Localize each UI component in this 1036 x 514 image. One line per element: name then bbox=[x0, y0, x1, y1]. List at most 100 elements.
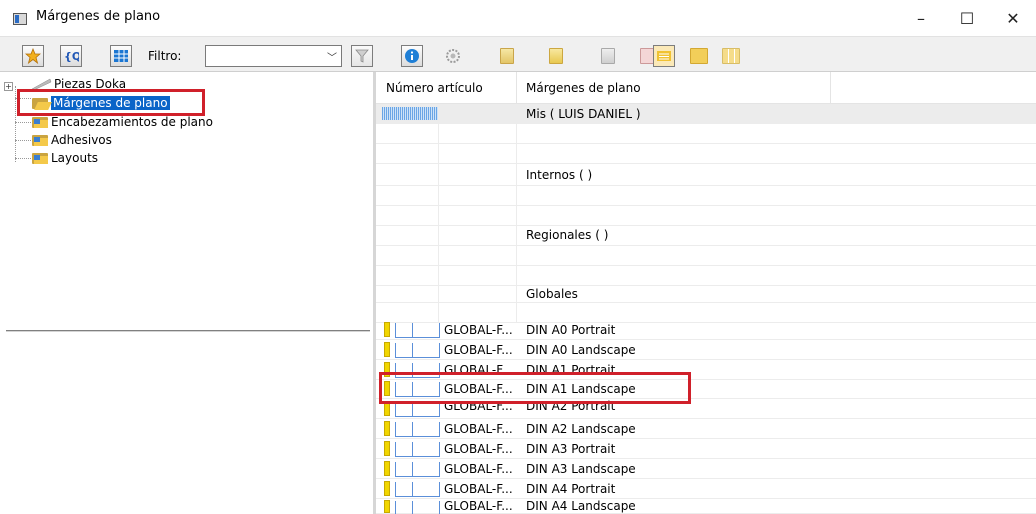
empty-row bbox=[376, 186, 1036, 206]
list-view-button[interactable] bbox=[653, 45, 675, 67]
row-type-icon bbox=[384, 461, 440, 477]
table-row[interactable]: GLOBAL-F... DIN A4 Portrait bbox=[376, 479, 1036, 499]
tree-item-label: Encabezamientos de plano bbox=[51, 115, 213, 129]
app-window: Márgenes de plano – ☐ ✕ {Q} Filtro: ﹀ bbox=[0, 0, 1036, 514]
tree-item-label: Adhesivos bbox=[51, 133, 112, 147]
row-type-icon bbox=[384, 441, 440, 457]
filter-funnel-button[interactable] bbox=[351, 45, 373, 67]
cell-name: DIN A0 Portrait bbox=[526, 323, 616, 337]
table-row[interactable]: GLOBAL-F... DIN A3 Portrait bbox=[376, 439, 1036, 459]
empty-row bbox=[376, 144, 1036, 164]
column-separator[interactable] bbox=[830, 72, 831, 104]
tree-item-adhesivos[interactable]: Adhesivos bbox=[32, 131, 112, 149]
empty-row bbox=[376, 124, 1036, 144]
column-header-article[interactable]: Número artículo bbox=[386, 81, 483, 95]
cell-name: DIN A3 Portrait bbox=[526, 442, 616, 456]
pane-splitter[interactable] bbox=[6, 330, 370, 333]
filter-label: Filtro: bbox=[148, 49, 182, 63]
row-type-icon bbox=[384, 342, 440, 358]
maximize-button[interactable]: ☐ bbox=[944, 6, 990, 32]
document-2-icon bbox=[549, 48, 563, 64]
cell-article: GLOBAL-F... bbox=[444, 422, 513, 436]
chevron-down-icon[interactable]: ﹀ bbox=[327, 49, 337, 64]
column-separator[interactable] bbox=[516, 72, 517, 104]
tree-pane: + Piezas Doka Márgenes de plano Encabeza… bbox=[0, 72, 372, 514]
columns-view-icon bbox=[722, 48, 740, 64]
group-label: Regionales ( ) bbox=[526, 228, 609, 242]
grid-header: Número artículo Márgenes de plano bbox=[376, 72, 1036, 104]
info-icon bbox=[405, 49, 419, 63]
document-1-icon bbox=[500, 48, 514, 64]
group-label: Mis ( LUIS DANIEL ) bbox=[526, 107, 641, 121]
filter-funnel-icon bbox=[355, 49, 369, 63]
grid-view-icon bbox=[114, 50, 128, 62]
cell-article: GLOBAL-F... bbox=[444, 462, 513, 476]
group-row-mis[interactable]: Mis ( LUIS DANIEL ) bbox=[376, 104, 1036, 124]
cell-name: DIN A0 Landscape bbox=[526, 343, 636, 357]
cell-article: GLOBAL-F... bbox=[444, 442, 513, 456]
tree-item-label: Layouts bbox=[51, 151, 99, 165]
row-type-icon bbox=[384, 421, 440, 437]
table-row[interactable]: GLOBAL-F... DIN A2 Landscape bbox=[376, 419, 1036, 439]
title-bar: Márgenes de plano – ☐ ✕ bbox=[0, 0, 1036, 36]
column-header-margins[interactable]: Márgenes de plano bbox=[526, 81, 641, 95]
cell-name: DIN A4 Landscape bbox=[526, 499, 636, 513]
minimize-button[interactable]: – bbox=[898, 6, 944, 32]
favorites-star-icon bbox=[25, 48, 41, 64]
document-1-button[interactable] bbox=[496, 45, 518, 67]
svg-text:{Q}: {Q} bbox=[64, 50, 79, 63]
row-type-icon bbox=[384, 322, 440, 338]
info-button[interactable] bbox=[401, 45, 423, 67]
tree-line bbox=[15, 122, 31, 123]
table-row[interactable]: GLOBAL-F... DIN A0 Portrait bbox=[376, 320, 1036, 340]
folder-icon bbox=[32, 116, 48, 128]
grid-view-button[interactable] bbox=[110, 45, 132, 67]
cell-name: DIN A4 Portrait bbox=[526, 482, 616, 496]
group-row-regionales[interactable]: Regionales ( ) bbox=[376, 222, 1036, 246]
search-reload-icon: {Q} bbox=[64, 50, 79, 63]
filter-combobox[interactable]: ﹀ bbox=[205, 45, 342, 67]
group-label: Internos ( ) bbox=[526, 168, 593, 182]
row-type-icon bbox=[384, 500, 440, 514]
folder-icon bbox=[32, 152, 48, 164]
cell-article: GLOBAL-F... bbox=[444, 499, 513, 513]
table-row[interactable]: GLOBAL-F... DIN A3 Landscape bbox=[376, 459, 1036, 479]
window-app-icon bbox=[13, 13, 27, 25]
document-2-button[interactable] bbox=[545, 45, 567, 67]
close-button[interactable]: ✕ bbox=[990, 6, 1036, 32]
document-4-icon bbox=[640, 48, 654, 64]
highlight-box bbox=[379, 372, 691, 404]
row-pattern bbox=[382, 107, 438, 120]
favorites-star-button[interactable] bbox=[22, 45, 44, 67]
cell-article: GLOBAL-F... bbox=[444, 343, 513, 357]
settings-gear-icon bbox=[446, 49, 460, 63]
cell-article: GLOBAL-F... bbox=[444, 323, 513, 337]
grid-pane: Número artículo Márgenes de plano Mis ( … bbox=[373, 72, 1036, 514]
cell-article: GLOBAL-F... bbox=[444, 482, 513, 496]
empty-row bbox=[376, 246, 1036, 266]
tree-item-layouts[interactable]: Layouts bbox=[32, 149, 98, 167]
cell-name: DIN A2 Landscape bbox=[526, 422, 636, 436]
row-type-icon bbox=[384, 481, 440, 497]
tree-line bbox=[15, 158, 31, 159]
table-row[interactable]: GLOBAL-F... DIN A4 Landscape bbox=[376, 498, 1036, 514]
details-view-button[interactable] bbox=[688, 45, 710, 67]
group-row-globales[interactable]: Globales bbox=[376, 279, 1036, 303]
settings-button[interactable] bbox=[442, 45, 464, 67]
highlight-box bbox=[17, 89, 205, 116]
details-view-icon bbox=[690, 48, 708, 64]
expand-plus-icon[interactable]: + bbox=[4, 82, 13, 91]
columns-view-button[interactable] bbox=[720, 45, 742, 67]
toolbar: {Q} Filtro: ﹀ bbox=[0, 36, 1036, 72]
window-title: Márgenes de plano bbox=[36, 9, 161, 24]
group-label: Globales bbox=[526, 287, 578, 301]
document-3-button[interactable] bbox=[597, 45, 619, 67]
folder-icon bbox=[32, 134, 48, 146]
cell-name: DIN A3 Landscape bbox=[526, 462, 636, 476]
list-view-icon bbox=[657, 51, 671, 61]
search-reload-button[interactable]: {Q} bbox=[60, 45, 82, 67]
document-3-icon bbox=[601, 48, 615, 64]
tree-line bbox=[15, 140, 31, 141]
table-row[interactable]: GLOBAL-F... DIN A0 Landscape bbox=[376, 340, 1036, 360]
group-row-internos[interactable]: Internos ( ) bbox=[376, 162, 1036, 186]
